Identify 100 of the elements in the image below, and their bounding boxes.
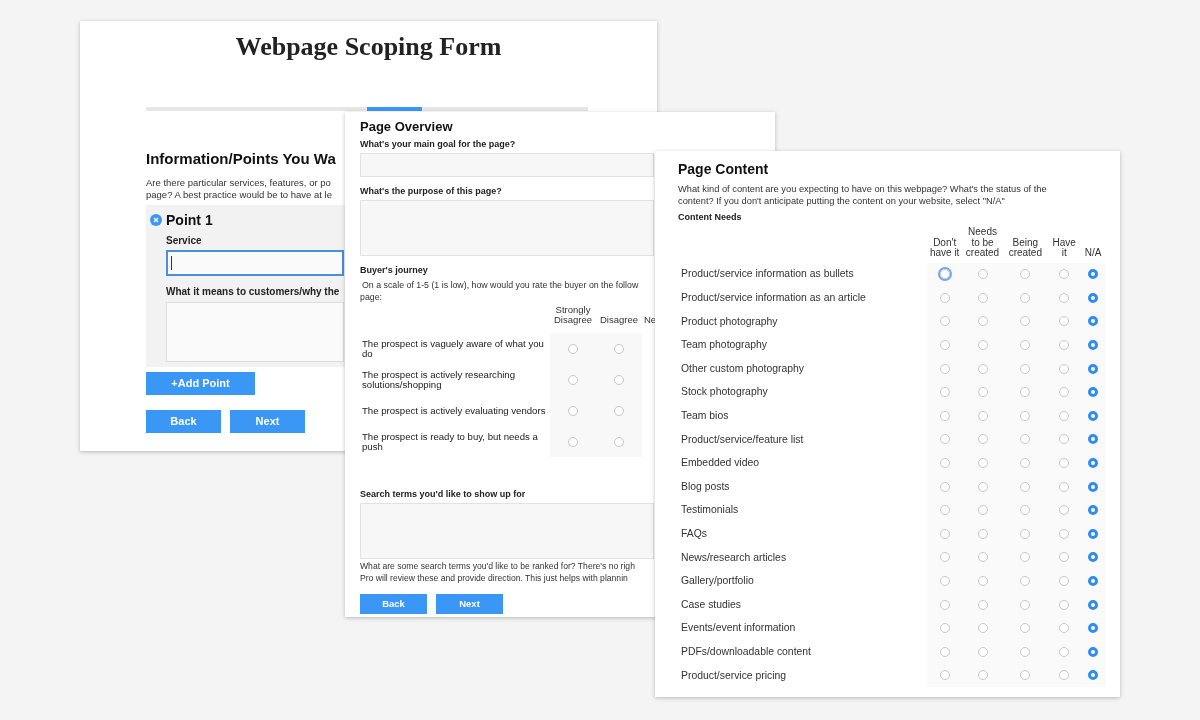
- radio-button[interactable]: [1020, 410, 1031, 421]
- radio-button[interactable]: [1088, 340, 1099, 351]
- radio-button[interactable]: [1020, 505, 1031, 516]
- radio-button[interactable]: [1020, 552, 1031, 563]
- radio-button[interactable]: [614, 436, 624, 447]
- radio-button[interactable]: [1088, 576, 1099, 586]
- radio-button[interactable]: [1088, 316, 1099, 327]
- radio-button[interactable]: [1059, 410, 1070, 421]
- radio-button[interactable]: [614, 343, 624, 354]
- radio-button[interactable]: [977, 599, 988, 610]
- radio-button[interactable]: [1088, 458, 1099, 469]
- radio-button[interactable]: [939, 646, 950, 657]
- radio-button[interactable]: [1088, 363, 1099, 374]
- radio-button[interactable]: [1059, 576, 1070, 586]
- radio-button[interactable]: [1059, 269, 1070, 280]
- radio-button[interactable]: [1088, 505, 1099, 516]
- meaning-field[interactable]: [166, 302, 344, 362]
- remove-icon[interactable]: [150, 214, 162, 226]
- radio-button[interactable]: [939, 670, 950, 681]
- radio-button[interactable]: [939, 505, 950, 516]
- radio-button[interactable]: [977, 387, 988, 398]
- radio-button[interactable]: [1088, 552, 1099, 563]
- radio-button[interactable]: [1020, 623, 1031, 634]
- radio-button[interactable]: [939, 363, 950, 374]
- radio-button[interactable]: [977, 458, 988, 469]
- radio-button[interactable]: [1020, 458, 1031, 469]
- radio-button[interactable]: [939, 387, 950, 398]
- radio-button[interactable]: [1088, 387, 1099, 398]
- radio-button[interactable]: [1088, 670, 1099, 681]
- radio-button[interactable]: [1088, 481, 1099, 492]
- radio-button[interactable]: [1020, 670, 1031, 681]
- radio-button[interactable]: [1020, 528, 1031, 539]
- form-button[interactable]: Back: [146, 410, 221, 433]
- radio-button[interactable]: [1059, 292, 1070, 303]
- radio-button[interactable]: [977, 646, 988, 657]
- radio-button[interactable]: [977, 623, 988, 634]
- radio-button[interactable]: [1059, 481, 1070, 492]
- radio-button[interactable]: [1059, 316, 1070, 327]
- radio-button[interactable]: [1059, 599, 1070, 610]
- radio-button[interactable]: [1020, 292, 1031, 303]
- radio-button[interactable]: [939, 599, 950, 610]
- radio-button[interactable]: [977, 292, 988, 303]
- radio-button[interactable]: [939, 316, 950, 327]
- radio-button[interactable]: [1059, 340, 1070, 351]
- radio-button[interactable]: [939, 528, 950, 539]
- form-button[interactable]: +Add Point: [146, 372, 255, 395]
- radio-button[interactable]: [977, 505, 988, 516]
- form-button[interactable]: Back: [360, 594, 427, 614]
- radio-button[interactable]: [1020, 434, 1031, 445]
- radio-button[interactable]: [1020, 576, 1031, 586]
- radio-button[interactable]: [1059, 505, 1070, 516]
- radio-button[interactable]: [977, 552, 988, 563]
- search-terms-field[interactable]: [360, 503, 654, 559]
- radio-button[interactable]: [1059, 528, 1070, 539]
- radio-button[interactable]: [939, 458, 950, 469]
- purpose-field[interactable]: [360, 200, 654, 256]
- radio-button[interactable]: [1020, 363, 1031, 374]
- radio-button[interactable]: [1059, 670, 1070, 681]
- radio-button[interactable]: [977, 363, 988, 374]
- radio-button[interactable]: [568, 405, 578, 416]
- radio-button[interactable]: [1088, 292, 1099, 303]
- goal-field[interactable]: [360, 153, 654, 177]
- radio-button[interactable]: [939, 434, 950, 445]
- radio-button[interactable]: [1059, 363, 1070, 374]
- radio-button[interactable]: [1088, 528, 1099, 539]
- radio-button[interactable]: [939, 481, 950, 492]
- service-field[interactable]: [166, 250, 344, 276]
- radio-button[interactable]: [939, 576, 950, 586]
- radio-button[interactable]: [1088, 434, 1099, 445]
- radio-button[interactable]: [1020, 646, 1031, 657]
- radio-button[interactable]: [1059, 646, 1070, 657]
- radio-button[interactable]: [939, 292, 950, 303]
- radio-button[interactable]: [977, 410, 988, 421]
- radio-button[interactable]: [614, 374, 624, 385]
- radio-button[interactable]: [1020, 387, 1031, 398]
- radio-button[interactable]: [939, 340, 950, 351]
- radio-button[interactable]: [1059, 434, 1070, 445]
- radio-button[interactable]: [977, 340, 988, 351]
- radio-button[interactable]: [939, 623, 950, 634]
- radio-button[interactable]: [568, 343, 578, 354]
- radio-button[interactable]: [1020, 340, 1031, 351]
- radio-button[interactable]: [977, 670, 988, 681]
- form-button[interactable]: Next: [436, 594, 503, 614]
- radio-button[interactable]: [1020, 269, 1031, 280]
- radio-button[interactable]: [1020, 481, 1031, 492]
- radio-button[interactable]: [1059, 387, 1070, 398]
- radio-button[interactable]: [568, 436, 578, 447]
- radio-button[interactable]: [977, 316, 988, 327]
- radio-button[interactable]: [1088, 646, 1099, 657]
- radio-button[interactable]: [568, 374, 578, 385]
- radio-button[interactable]: [1088, 599, 1099, 610]
- radio-button[interactable]: [1020, 599, 1031, 610]
- radio-button[interactable]: [977, 269, 988, 280]
- radio-button[interactable]: [977, 576, 988, 586]
- radio-button[interactable]: [614, 405, 624, 416]
- radio-button[interactable]: [1059, 552, 1070, 563]
- radio-button[interactable]: [1088, 269, 1099, 280]
- radio-button[interactable]: [977, 434, 988, 445]
- form-button[interactable]: Next: [230, 410, 305, 433]
- radio-button[interactable]: [1059, 458, 1070, 469]
